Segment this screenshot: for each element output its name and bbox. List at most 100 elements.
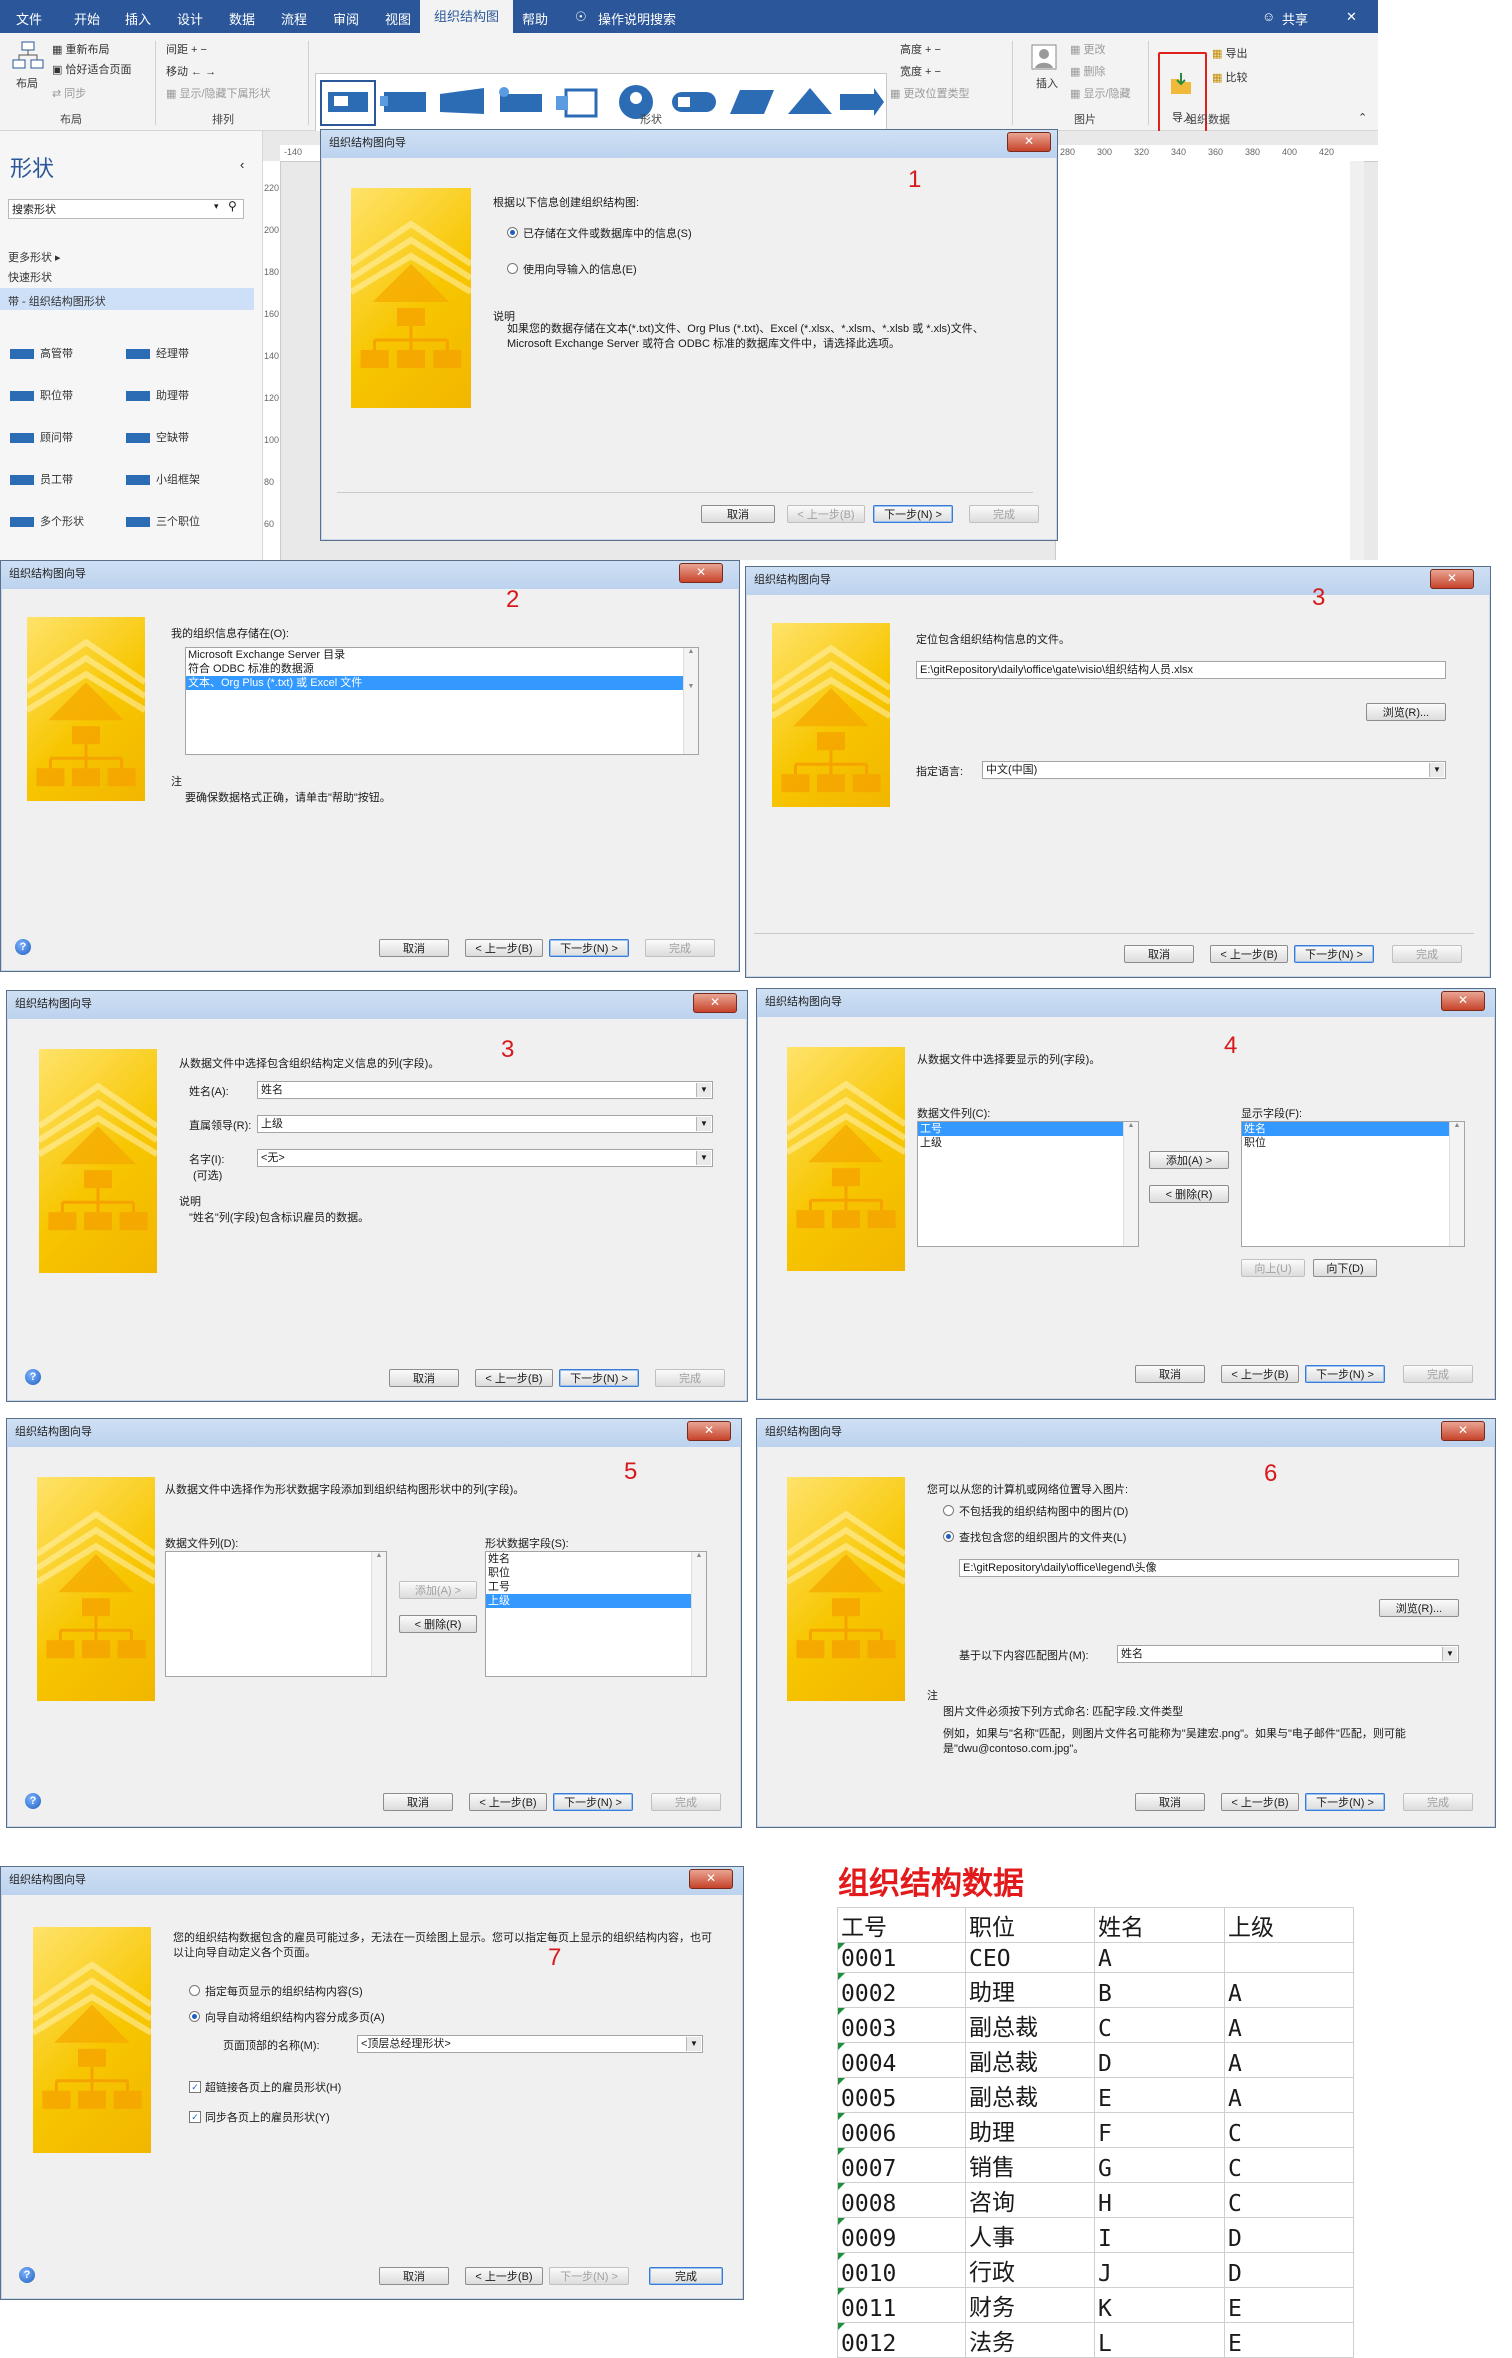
list-item[interactable]: 符合 ODBC 标准的数据源	[186, 662, 698, 676]
cancel-button[interactable]: 取消	[383, 1793, 453, 1811]
export-button[interactable]: ▦ 导出	[1212, 45, 1247, 61]
next-button[interactable]: 下一步(N) >	[1294, 945, 1374, 963]
help-icon[interactable]: ?	[15, 939, 31, 955]
page-name-select[interactable]: <顶层总经理形状> ▼	[357, 2035, 703, 2053]
show-hide-subordinates-button[interactable]: ▦ 显示/隐藏下属形状	[166, 85, 271, 101]
collapse-pane-icon[interactable]: ‹	[240, 157, 244, 172]
shape-style-position-icon[interactable]	[438, 84, 486, 120]
radio-from-file-label[interactable]: 已存储在文件或数据库中的信息(S)	[523, 225, 692, 241]
dropdown-arrow-icon[interactable]: ▼	[696, 1083, 711, 1097]
list-item[interactable]: 工号	[486, 1580, 706, 1594]
close-icon[interactable]: ✕	[693, 993, 737, 1013]
shape-style-executive-icon[interactable]	[320, 80, 376, 126]
close-icon[interactable]: ✕	[687, 1421, 731, 1441]
fit-page-button[interactable]: ▣ 恰好适合页面	[52, 61, 131, 77]
change-picture-button[interactable]: ▦ 更改	[1070, 41, 1105, 57]
radio-auto-pages-label[interactable]: 向导自动将组织结构内容分成多页(A)	[205, 2009, 385, 2025]
browse-button[interactable]: 浏览(R)...	[1379, 1599, 1459, 1617]
shape-style-triangle-icon[interactable]	[786, 84, 834, 120]
cancel-button[interactable]: 取消	[701, 505, 775, 523]
stencil-shape-item[interactable]: 三个职位	[126, 513, 200, 529]
stencil-shape-item[interactable]: 助理带	[126, 387, 189, 403]
hyperlink-checkbox[interactable]: ✓	[189, 2081, 201, 2093]
hyperlink-checkbox-label[interactable]: 超链接各页上的雇员形状(H)	[205, 2079, 341, 2095]
list-scrollbar[interactable]: ▲ ▼	[683, 648, 698, 754]
list-item-selected[interactable]: 上级	[486, 1594, 691, 1608]
finish-button[interactable]: 完成	[969, 505, 1039, 523]
next-button[interactable]: 下一步(N) >	[549, 939, 629, 957]
language-select[interactable]: 中文(中国) ▼	[982, 761, 1446, 779]
width-control[interactable]: 宽度 + −	[900, 63, 941, 79]
cancel-button[interactable]: 取消	[1124, 945, 1194, 963]
match-select[interactable]: 姓名 ▼	[1117, 1645, 1459, 1663]
back-button[interactable]: < 上一步(B)	[787, 505, 865, 523]
browse-button[interactable]: 浏览(R)...	[1366, 703, 1446, 721]
list-scrollbar[interactable]: ▲	[691, 1552, 706, 1676]
list-scrollbar[interactable]: ▲	[371, 1552, 386, 1676]
back-button[interactable]: < 上一步(B)	[1210, 945, 1288, 963]
dropdown-arrow-icon[interactable]: ▼	[686, 2037, 701, 2051]
next-button[interactable]: 下一步(N) >	[553, 1793, 633, 1811]
shape-style-arrow-icon[interactable]	[838, 84, 886, 120]
compare-button[interactable]: ▦ 比较	[1212, 69, 1247, 85]
next-button[interactable]: 下一步(N) >	[1305, 1365, 1385, 1383]
finish-button[interactable]: 完成	[651, 1793, 721, 1811]
layout-button[interactable]: 布局	[16, 75, 38, 91]
stencil-shape-item[interactable]: 顾问带	[10, 429, 73, 445]
height-control[interactable]: 高度 + −	[900, 41, 941, 57]
cancel-button[interactable]: 取消	[379, 2267, 449, 2285]
radio-auto-pages[interactable]	[189, 2011, 200, 2022]
search-icon[interactable]: ⚲	[228, 199, 237, 213]
back-button[interactable]: < 上一步(B)	[469, 1793, 547, 1811]
radio-no-pictures-label[interactable]: 不包括我的组织结构图中的图片(D)	[959, 1503, 1128, 1519]
finish-button[interactable]: 完成	[645, 939, 715, 957]
source-columns-list[interactable]: ▲	[165, 1551, 387, 1677]
close-icon[interactable]: ✕	[1007, 132, 1051, 152]
list-item-selected[interactable]: 姓名	[1242, 1122, 1449, 1136]
menu-review[interactable]: 审阅	[333, 9, 359, 28]
stencil-shape-item[interactable]: 经理带	[126, 345, 189, 361]
radio-from-file[interactable]	[507, 227, 518, 238]
shape-gallery[interactable]	[315, 73, 887, 133]
menu-org-chart[interactable]: 组织结构图	[420, 0, 514, 33]
dropdown-arrow-icon[interactable]: ▼	[1442, 1647, 1457, 1661]
close-icon[interactable]: ✕	[1441, 991, 1485, 1011]
next-button[interactable]: 下一步(N) >	[873, 505, 953, 523]
source-columns-list[interactable]: 工号 上级 ▲	[917, 1121, 1139, 1247]
next-button[interactable]: 下一步(N) >	[559, 1369, 639, 1387]
menu-file[interactable]: 文件	[16, 9, 42, 28]
shape-style-parallelogram-icon[interactable]	[728, 84, 776, 120]
file-path-input[interactable]: E:\gitRepository\daily\office\gate\visio…	[916, 661, 1446, 679]
radio-wizard-input-label[interactable]: 使用向导输入的信息(E)	[523, 261, 637, 277]
close-icon[interactable]: ✕	[679, 563, 723, 583]
list-item-selected[interactable]: 文本、Org Plus (*.txt) 或 Excel 文件	[186, 676, 683, 690]
manager-select[interactable]: 上级 ▼	[257, 1115, 713, 1133]
next-button[interactable]: 下一步(N) >	[549, 2267, 629, 2285]
shape-style-consultant-icon[interactable]	[554, 84, 602, 120]
move-down-button[interactable]: 向下(D)	[1313, 1259, 1377, 1277]
help-icon[interactable]: ?	[19, 2267, 35, 2283]
tell-me-search[interactable]: 操作说明搜索	[598, 9, 676, 28]
dropdown-arrow-icon[interactable]: ▾	[214, 201, 219, 212]
next-button[interactable]: 下一步(N) >	[1305, 1793, 1385, 1811]
collapse-ribbon-icon[interactable]: ⌃	[1358, 111, 1367, 124]
back-button[interactable]: < 上一步(B)	[1221, 1793, 1299, 1811]
menu-insert[interactable]: 插入	[125, 9, 151, 28]
drawing-page[interactable]	[1055, 161, 1354, 560]
shape-data-fields-list[interactable]: 姓名 职位 工号 上级 ▲	[485, 1551, 707, 1677]
storage-listbox[interactable]: Microsoft Exchange Server 目录 符合 ODBC 标准的…	[185, 647, 699, 755]
move-button[interactable]: 移动 ← →	[166, 63, 216, 79]
list-item[interactable]: 职位	[486, 1566, 706, 1580]
stencil-shape-item[interactable]: 小组框架	[126, 471, 200, 487]
radio-picture-folder[interactable]	[943, 1531, 954, 1542]
finish-button[interactable]: 完成	[655, 1369, 725, 1387]
display-fields-list[interactable]: 姓名 职位 ▲	[1241, 1121, 1465, 1247]
stencil-shape-item[interactable]: 职位带	[10, 387, 73, 403]
back-button[interactable]: < 上一步(B)	[475, 1369, 553, 1387]
menu-process[interactable]: 流程	[281, 9, 307, 28]
shape-style-assistant-icon[interactable]	[496, 84, 544, 120]
close-icon[interactable]: ✕	[689, 1869, 733, 1889]
cancel-button[interactable]: 取消	[1135, 1793, 1205, 1811]
stencil-shape-item[interactable]: 空缺带	[126, 429, 189, 445]
search-shapes-input[interactable]: 搜索形状	[8, 199, 244, 219]
